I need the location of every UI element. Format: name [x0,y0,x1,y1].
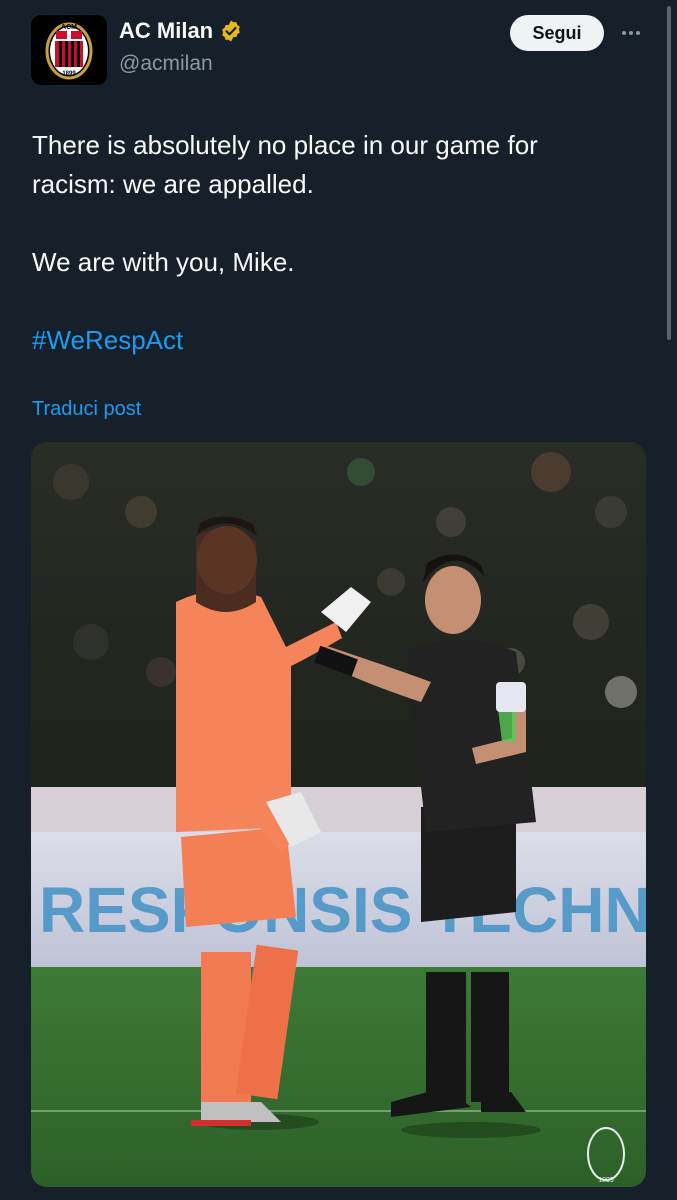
avatar[interactable]: ACM 1899 [31,15,107,85]
logo-year: 1899 [62,71,76,77]
tweet-line: racism: we are appalled. [32,169,314,199]
follow-button[interactable]: Segui [510,15,604,51]
watermark-year: 1899 [598,1177,614,1184]
tweet-line: We are with you, Mike. [32,247,295,277]
logo-text: ACM [61,24,77,31]
handle[interactable]: @acmilan [119,52,213,76]
match-photo: RESPONSIS TECHNO 1899 [31,442,646,1187]
translate-post-link[interactable]: Traduci post [32,398,141,421]
scrollbar[interactable] [667,6,671,340]
name-row: AC Milan [119,18,243,44]
ac-milan-logo: ACM 1899 [45,22,93,80]
tweet-photo[interactable]: RESPONSIS TECHNO 1899 [31,442,646,1187]
tweet-text: There is absolutely no place in our game… [32,126,632,360]
hashtag-link[interactable]: #WeRespAct [32,321,632,360]
tweet-view: ACM 1899 AC Milan @acmilan Segui There i… [0,0,677,1200]
banner-text: RESPONSIS TECHNO [39,874,646,946]
display-name[interactable]: AC Milan [119,18,213,44]
more-horizontal-icon[interactable] [616,20,646,46]
verified-badge-icon[interactable] [219,19,243,43]
tweet-line: There is absolutely no place in our game… [32,130,538,160]
